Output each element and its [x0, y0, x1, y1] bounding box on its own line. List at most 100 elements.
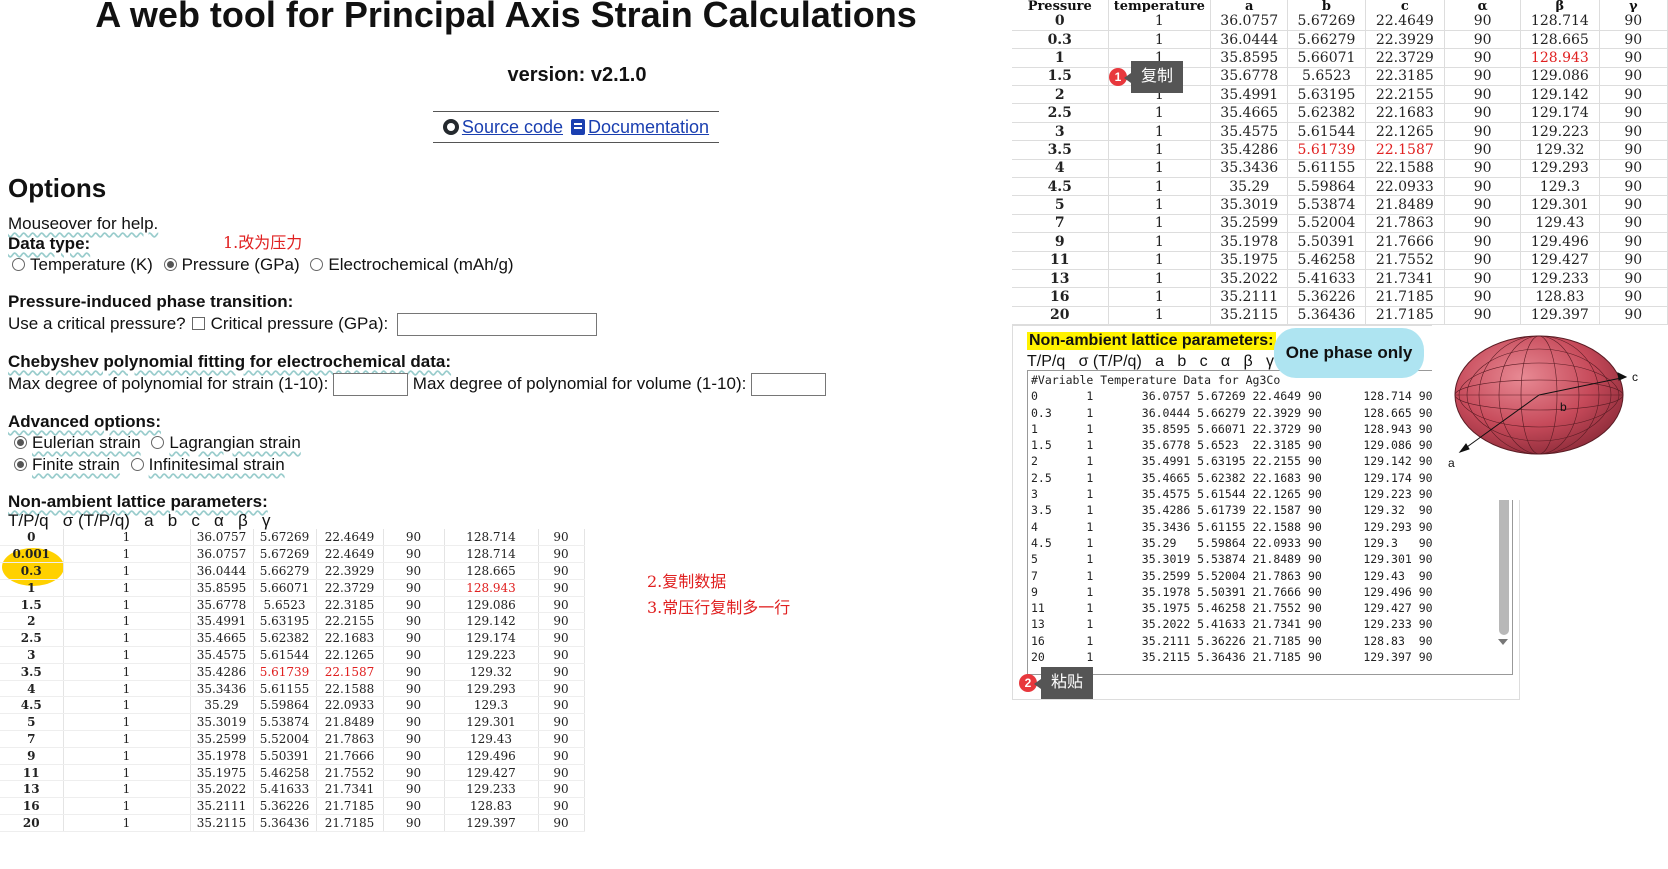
sheet-header-cell[interactable]: a: [1210, 0, 1289, 12]
sheet-cell[interactable]: 5.36436: [1287, 306, 1366, 326]
pasted-cell[interactable]: 35.2022: [190, 780, 254, 799]
sheet-cell[interactable]: 22.1587: [1365, 140, 1446, 160]
pasted-cell[interactable]: 22.4649: [316, 529, 384, 547]
sheet-row[interactable]: 4.5 1 35.29 5.59864 22.0933 90 129.3 90: [1012, 177, 1668, 197]
sheet-cell[interactable]: 36.0757: [1210, 12, 1289, 31]
pasted-cell[interactable]: 90: [538, 629, 585, 648]
pasted-cell[interactable]: 1: [63, 680, 191, 698]
sheet-cell[interactable]: 90: [1599, 269, 1668, 289]
sheet-cell[interactable]: 129.397: [1520, 306, 1600, 326]
sheet-cell[interactable]: 9: [1012, 232, 1109, 252]
pasted-cell[interactable]: 90: [383, 713, 445, 732]
pasted-cell[interactable]: 90: [383, 730, 445, 748]
pasted-cell[interactable]: 90: [538, 747, 585, 765]
sheet-cell[interactable]: 129.32: [1520, 140, 1600, 160]
sheet-row[interactable]: 13 1 35.2022 5.41633 21.7341 90 129.233 90: [1012, 269, 1668, 289]
sheet-header-cell[interactable]: c: [1365, 0, 1446, 12]
pasted-cell[interactable]: 2.5: [0, 629, 64, 648]
pasted-cell[interactable]: 129.32: [444, 663, 539, 681]
pasted-cell[interactable]: 90: [538, 780, 585, 799]
sheet-cell[interactable]: 90: [1599, 195, 1668, 215]
sheet-cell[interactable]: 90: [1599, 140, 1668, 160]
scroll-down-arrow-icon[interactable]: [1498, 639, 1508, 645]
pasted-cell[interactable]: 90: [538, 612, 585, 631]
pasted-row[interactable]: 20 1 35.2115 5.36436 21.7185 90 129.397 90: [0, 814, 585, 832]
pasted-cell[interactable]: 22.1588: [316, 680, 384, 698]
pasted-cell[interactable]: 4.5: [0, 696, 64, 715]
pasted-cell[interactable]: 90: [538, 797, 585, 816]
pasted-cell[interactable]: 5.53874: [253, 713, 317, 732]
pasted-cell[interactable]: 129.427: [444, 764, 539, 782]
pasted-cell[interactable]: 35.4991: [190, 612, 254, 631]
pasted-cell[interactable]: 1: [63, 579, 191, 597]
sheet-cell[interactable]: 90: [1444, 122, 1522, 142]
pasted-cell[interactable]: 21.8489: [316, 713, 384, 732]
sheet-row[interactable]: 7 1 35.2599 5.52004 21.7863 90 129.43 90: [1012, 214, 1668, 234]
sheet-cell[interactable]: 90: [1444, 103, 1522, 123]
sheet-cell[interactable]: 90: [1444, 232, 1522, 252]
pasted-cell[interactable]: 129.397: [444, 814, 539, 832]
pasted-cell[interactable]: 13: [0, 780, 64, 799]
sheet-row[interactable]: 11 1 35.1975 5.46258 21.7552 90 129.427 90: [1012, 251, 1668, 270]
pasted-cell[interactable]: 35.1975: [190, 764, 254, 782]
pasted-cell[interactable]: 16: [0, 797, 64, 816]
sheet-cell[interactable]: 128.714: [1520, 12, 1600, 31]
pasted-cell[interactable]: 5.41633: [253, 780, 317, 799]
pasted-cell[interactable]: 90: [538, 646, 585, 664]
pasted-cell[interactable]: 2: [0, 612, 64, 631]
sheet-cell[interactable]: 1: [1108, 251, 1212, 270]
pasted-cell[interactable]: 128.83: [444, 797, 539, 816]
pasted-cell[interactable]: 35.2115: [190, 814, 254, 832]
sheet-cell[interactable]: 90: [1444, 140, 1522, 160]
pasted-cell[interactable]: 1: [63, 764, 191, 782]
pasted-cell[interactable]: 22.1683: [316, 629, 384, 648]
sheet-cell[interactable]: 90: [1599, 214, 1668, 234]
sheet-cell[interactable]: 90: [1444, 12, 1522, 31]
sheet-cell[interactable]: 90: [1444, 159, 1522, 179]
sheet-cell[interactable]: 90: [1599, 12, 1668, 31]
sheet-cell[interactable]: 1: [1108, 140, 1212, 160]
pasted-cell[interactable]: 35.2599: [190, 730, 254, 748]
pasted-cell[interactable]: 1: [63, 713, 191, 732]
radio-eulerian[interactable]: [14, 436, 27, 449]
pasted-row[interactable]: 7 1 35.2599 5.52004 21.7863 90 129.43 90: [0, 730, 585, 748]
sheet-cell[interactable]: 5: [1012, 195, 1109, 215]
sheet-cell[interactable]: 5.61155: [1287, 159, 1366, 179]
pasted-cell[interactable]: 90: [538, 696, 585, 715]
sheet-cell[interactable]: 21.7552: [1365, 251, 1446, 270]
sheet-cell[interactable]: 36.0444: [1210, 30, 1289, 50]
sheet-cell[interactable]: 11: [1012, 251, 1109, 270]
sheet-cell[interactable]: 1: [1108, 287, 1212, 307]
pasted-cell[interactable]: 22.3185: [316, 596, 384, 614]
pasted-cell[interactable]: 90: [383, 629, 445, 648]
pasted-cell[interactable]: 5.62382: [253, 629, 317, 648]
pasted-cell[interactable]: 129.233: [444, 780, 539, 799]
pasted-row[interactable]: 4.5 1 35.29 5.59864 22.0933 90 129.3 90: [0, 696, 585, 715]
pasted-cell[interactable]: 129.496: [444, 747, 539, 765]
pasted-cell[interactable]: 90: [538, 713, 585, 732]
pasted-cell[interactable]: 5.67269: [253, 529, 317, 547]
pasted-cell[interactable]: 90: [383, 596, 445, 614]
sheet-cell[interactable]: 3: [1012, 122, 1109, 142]
sheet-cell[interactable]: 1.5: [1012, 67, 1109, 87]
pasted-cell[interactable]: 128.714: [444, 545, 539, 564]
sheet-cell[interactable]: 5.67269: [1287, 12, 1366, 31]
pasted-cell[interactable]: 90: [538, 545, 585, 564]
pasted-cell[interactable]: 90: [383, 797, 445, 816]
sheet-cell[interactable]: 129.293: [1520, 159, 1600, 179]
pasted-cell[interactable]: 5.63195: [253, 612, 317, 631]
pasted-cell[interactable]: 90: [383, 562, 445, 580]
sheet-cell[interactable]: 90: [1599, 232, 1668, 252]
pasted-cell[interactable]: 90: [383, 764, 445, 782]
sheet-cell[interactable]: 1: [1108, 12, 1212, 31]
pasted-cell[interactable]: 21.7185: [316, 797, 384, 816]
sheet-cell[interactable]: 90: [1599, 287, 1668, 307]
pasted-cell[interactable]: 36.0757: [190, 529, 254, 547]
sheet-cell[interactable]: 90: [1444, 251, 1522, 270]
pasted-cell[interactable]: 21.7666: [316, 747, 384, 765]
pasted-cell[interactable]: 0.3: [0, 562, 64, 580]
sheet-cell[interactable]: 35.4286: [1210, 140, 1289, 160]
sheet-cell[interactable]: 5.46258: [1287, 251, 1366, 270]
sheet-cell[interactable]: 2: [1012, 85, 1109, 105]
sheet-row[interactable]: 2.5 1 35.4665 5.62382 22.1683 90 129.174 90: [1012, 103, 1668, 123]
